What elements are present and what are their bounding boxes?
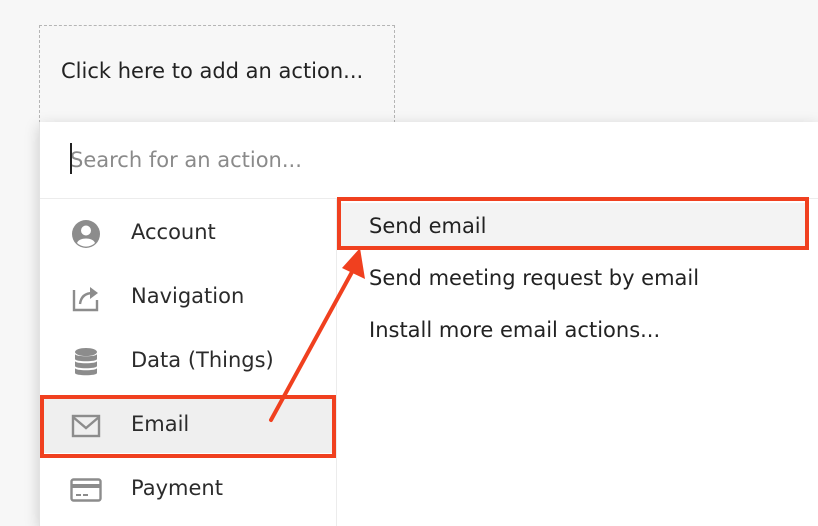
user-circle-icon (70, 218, 102, 250)
action-label: Install more email actions... (369, 318, 661, 342)
action-label: Send email (369, 214, 487, 238)
category-label: Payment (131, 476, 223, 500)
share-arrow-icon (70, 282, 102, 314)
action-list: Send email Send meeting request by email… (337, 199, 818, 526)
envelope-icon (70, 410, 102, 442)
action-label: Send meeting request by email (369, 266, 700, 290)
category-payment[interactable]: Payment (40, 461, 336, 517)
search-row (40, 122, 818, 199)
action-picker-dropdown: Account Navigation Data ( (39, 122, 818, 526)
category-list: Account Navigation Data (Things) Email P… (40, 199, 337, 526)
search-input[interactable] (70, 142, 770, 178)
category-label: Navigation (131, 284, 245, 308)
action-install-more[interactable]: Install more email actions... (337, 307, 807, 353)
category-navigation[interactable]: Navigation (40, 269, 336, 325)
category-label: Account (131, 220, 216, 244)
category-account[interactable]: Account (40, 205, 336, 261)
category-label: Data (Things) (131, 348, 274, 372)
action-send-email[interactable]: Send email (337, 203, 807, 249)
text-caret (70, 143, 72, 174)
database-icon (70, 346, 102, 378)
add-action-label: Click here to add an action... (61, 59, 364, 83)
category-data-things[interactable]: Data (Things) (40, 333, 336, 389)
category-label: Email (131, 412, 190, 436)
add-action-placeholder[interactable]: Click here to add an action... (39, 25, 395, 123)
action-send-meeting-request[interactable]: Send meeting request by email (337, 255, 807, 301)
credit-card-icon (70, 474, 102, 506)
category-email[interactable]: Email (40, 397, 336, 453)
